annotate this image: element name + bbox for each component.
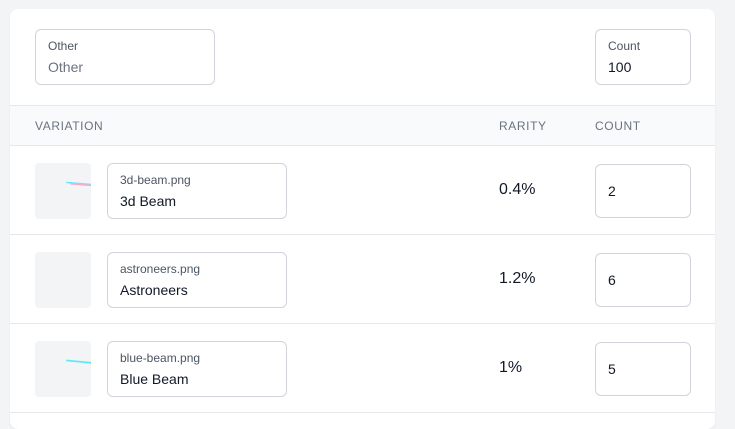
table-row: astroneers.png 1.2% xyxy=(10,235,715,324)
variations-card: Other Count VARIATION RARITY COUNT 3d-be… xyxy=(10,9,715,429)
column-header-rarity: RARITY xyxy=(499,119,547,133)
column-header-variation: VARIATION xyxy=(35,119,104,133)
other-field[interactable]: Other xyxy=(35,29,215,85)
variation-thumbnail xyxy=(35,341,91,397)
beam-image-icon xyxy=(66,181,91,186)
other-input[interactable] xyxy=(48,59,202,75)
variation-filename: astroneers.png xyxy=(120,262,201,276)
variation-name-field[interactable]: astroneers.png xyxy=(107,252,287,308)
total-count-input[interactable] xyxy=(608,59,678,75)
count-input[interactable] xyxy=(595,342,691,396)
variation-filename: 3d-beam.png xyxy=(120,173,191,187)
table-header: VARIATION RARITY COUNT xyxy=(10,105,715,146)
rarity-value: 1% xyxy=(499,359,523,376)
summary-row: Other Count xyxy=(10,9,715,105)
table-row: 3d-beam.png 0.4% xyxy=(10,146,715,235)
variation-thumbnail xyxy=(35,163,91,219)
table-row: blue-beam.png 1% xyxy=(10,324,715,413)
rarity-value: 0.4% xyxy=(499,181,536,198)
other-field-label: Other xyxy=(48,39,79,53)
variation-name-input[interactable] xyxy=(120,371,274,387)
variation-name-field[interactable]: 3d-beam.png xyxy=(107,163,287,219)
variation-thumbnail xyxy=(35,252,91,308)
count-input[interactable] xyxy=(595,164,691,218)
variation-name-input[interactable] xyxy=(120,193,274,209)
variation-name-input[interactable] xyxy=(120,282,274,298)
total-count-label: Count xyxy=(608,39,641,53)
variation-name-field[interactable]: blue-beam.png xyxy=(107,341,287,397)
rarity-value: 1.2% xyxy=(499,270,536,287)
variation-filename: blue-beam.png xyxy=(120,351,201,365)
total-count-field[interactable]: Count xyxy=(595,29,691,85)
beam-image-icon xyxy=(66,359,91,364)
column-header-count: COUNT xyxy=(595,119,641,133)
count-input[interactable] xyxy=(595,253,691,307)
